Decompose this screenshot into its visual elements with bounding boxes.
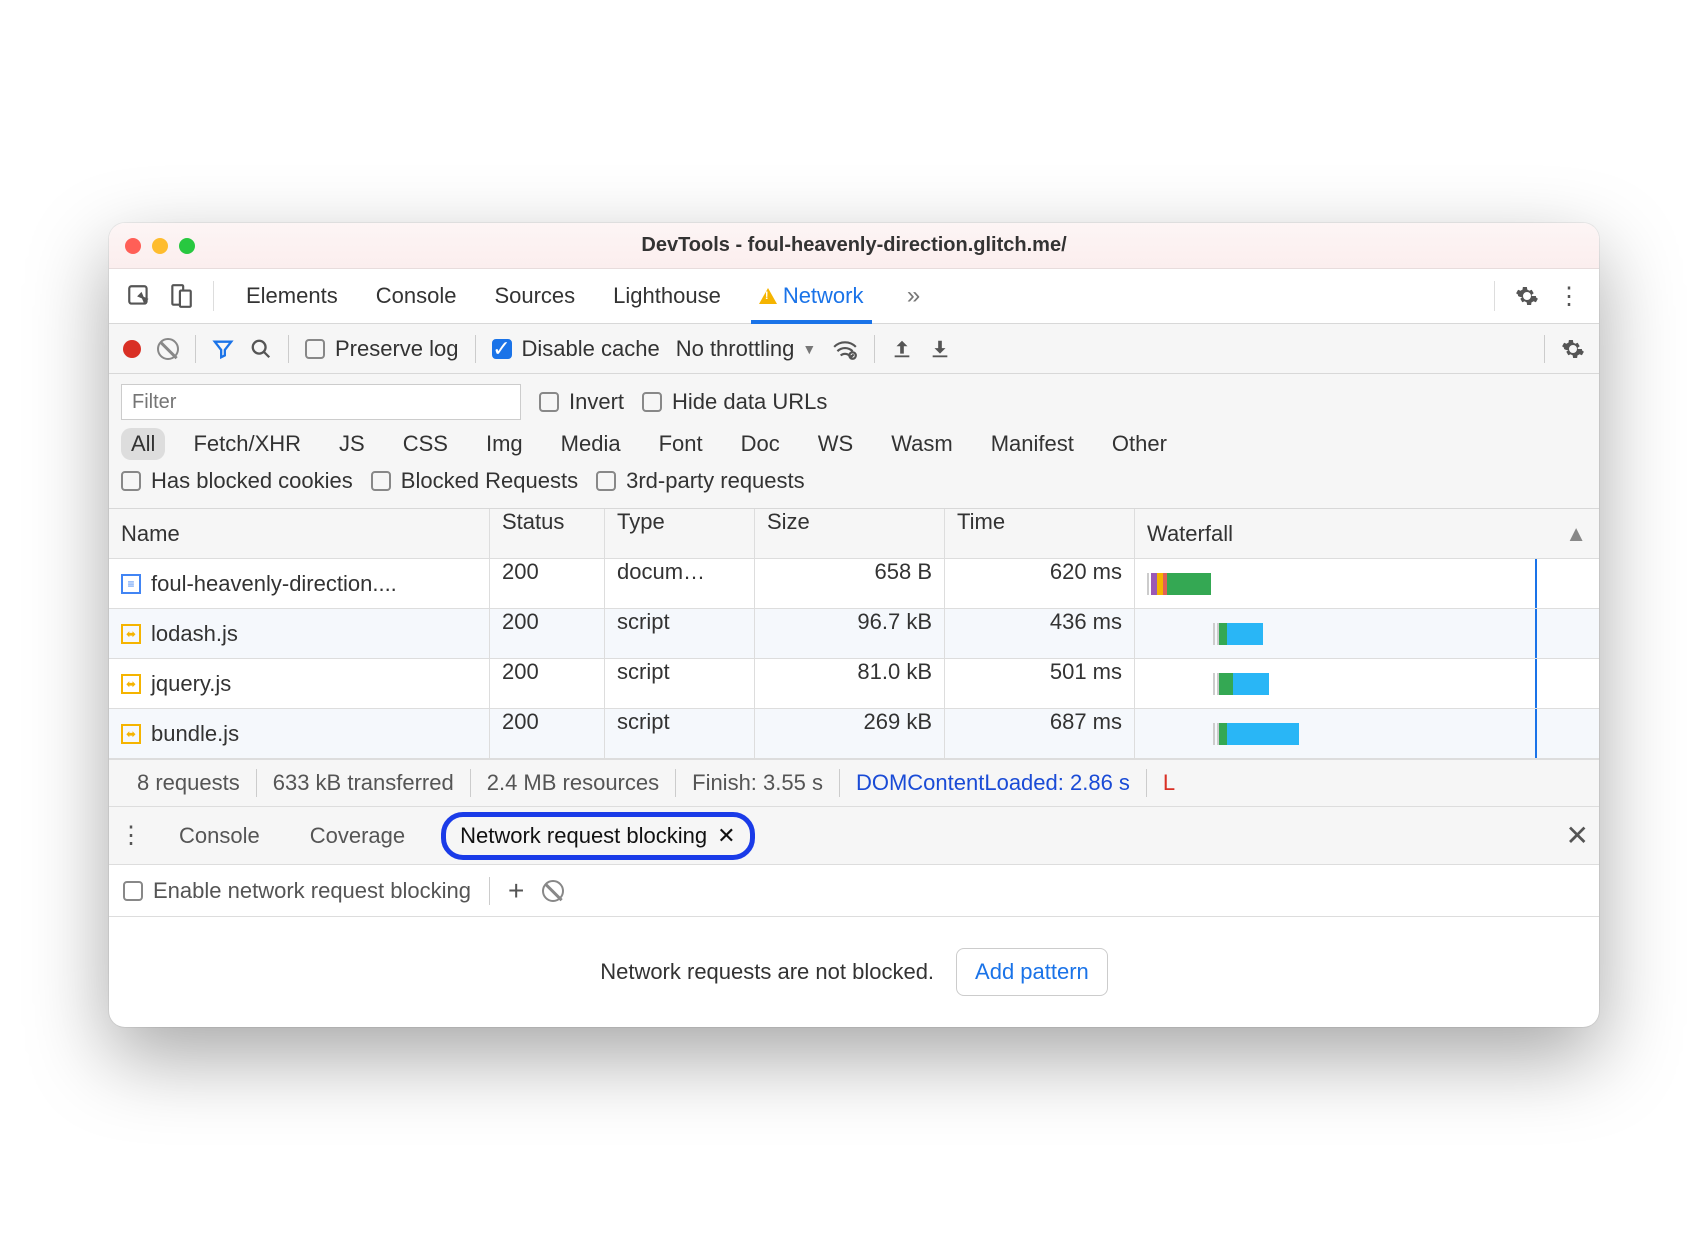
summary-transferred: 633 kB transferred	[257, 770, 470, 796]
close-drawer-icon[interactable]: ✕	[1566, 819, 1589, 852]
type-filter-all[interactable]: All	[121, 428, 165, 460]
col-time[interactable]: Time	[944, 509, 1134, 558]
type-filter-font[interactable]: Font	[649, 428, 713, 460]
disable-cache-checkbox[interactable]: ✓Disable cache	[492, 336, 660, 362]
record-button[interactable]	[123, 340, 141, 358]
summary-load: L	[1147, 770, 1191, 796]
tab-network[interactable]: Network	[757, 283, 866, 309]
kebab-menu-icon[interactable]: ⋮	[1553, 280, 1585, 312]
tab-elements[interactable]: Elements	[244, 283, 340, 309]
inspect-icon[interactable]	[123, 280, 155, 312]
sort-asc-icon: ▲	[1565, 521, 1587, 547]
enable-blocking-checkbox[interactable]: Enable network request blocking	[123, 878, 471, 904]
network-table: Name Status Type Size Time Waterfall ▲ ≡…	[109, 509, 1599, 759]
col-size[interactable]: Size	[754, 509, 944, 558]
tab-console[interactable]: Console	[374, 283, 459, 309]
search-icon[interactable]	[250, 338, 272, 360]
type-filter-css[interactable]: CSS	[393, 428, 458, 460]
remove-all-patterns-icon[interactable]	[542, 880, 564, 902]
more-tabs-icon[interactable]: »	[898, 280, 930, 312]
drawer-tab-network-request-blocking[interactable]: Network request blocking✕	[441, 812, 754, 860]
type-filter-img[interactable]: Img	[476, 428, 533, 460]
third-party-checkbox[interactable]: 3rd-party requests	[596, 468, 805, 494]
drawer-tab-console[interactable]: Console	[165, 817, 274, 855]
upload-har-icon[interactable]	[891, 338, 913, 360]
summary-requests: 8 requests	[121, 770, 256, 796]
col-waterfall[interactable]: Waterfall ▲	[1134, 509, 1599, 558]
drawer-kebab-icon[interactable]: ⋮	[119, 821, 143, 850]
devtools-window: DevTools - foul-heavenly-direction.glitc…	[109, 223, 1599, 1027]
tab-sources[interactable]: Sources	[492, 283, 577, 309]
type-filter-wasm[interactable]: Wasm	[881, 428, 963, 460]
document-file-icon: ≡	[121, 574, 141, 594]
script-file-icon: ⬌	[121, 674, 141, 694]
hide-data-urls-checkbox[interactable]: Hide data URLs	[642, 389, 827, 415]
invert-checkbox[interactable]: Invert	[539, 389, 624, 415]
type-filter-manifest[interactable]: Manifest	[981, 428, 1084, 460]
settings-icon[interactable]	[1511, 280, 1543, 312]
blocking-empty-state: Network requests are not blocked. Add pa…	[109, 917, 1599, 1027]
summary-finish: Finish: 3.55 s	[676, 770, 839, 796]
type-filter-js[interactable]: JS	[329, 428, 375, 460]
drawer-tab-coverage[interactable]: Coverage	[296, 817, 419, 855]
network-settings-icon[interactable]	[1561, 337, 1585, 361]
device-toolbar-icon[interactable]	[165, 280, 197, 312]
warning-icon	[759, 288, 777, 304]
table-row[interactable]: ⬌lodash.js200script96.7 kB436 ms	[109, 609, 1599, 659]
add-pattern-icon[interactable]: +	[508, 875, 524, 907]
script-file-icon: ⬌	[121, 624, 141, 644]
download-har-icon[interactable]	[929, 338, 951, 360]
empty-text: Network requests are not blocked.	[600, 959, 934, 985]
devtools-tabstrip: ElementsConsoleSourcesLighthouseNetwork …	[109, 269, 1599, 324]
network-filterbar: Invert Hide data URLs All Fetch/XHR JS CSS I…	[109, 374, 1599, 509]
blocked-requests-checkbox[interactable]: Blocked Requests	[371, 468, 578, 494]
table-header: Name Status Type Size Time Waterfall ▲	[109, 509, 1599, 559]
table-row[interactable]: ⬌jquery.js200script81.0 kB501 ms	[109, 659, 1599, 709]
blocking-toolbar: Enable network request blocking +	[109, 865, 1599, 917]
minimize-window-button[interactable]	[152, 238, 168, 254]
table-row[interactable]: ⬌bundle.js200script269 kB687 ms	[109, 709, 1599, 759]
has-blocked-cookies-checkbox[interactable]: Has blocked cookies	[121, 468, 353, 494]
throttling-select[interactable]: No throttling ▼	[676, 336, 816, 362]
chevron-down-icon: ▼	[802, 341, 816, 357]
tab-lighthouse[interactable]: Lighthouse	[611, 283, 723, 309]
type-filter-other[interactable]: Other	[1102, 428, 1177, 460]
network-conditions-icon[interactable]	[832, 338, 858, 360]
titlebar: DevTools - foul-heavenly-direction.glitc…	[109, 223, 1599, 269]
network-summary: 8 requests 633 kB transferred 2.4 MB res…	[109, 759, 1599, 807]
summary-domcontentloaded: DOMContentLoaded: 2.86 s	[840, 770, 1146, 796]
col-name[interactable]: Name	[109, 521, 489, 547]
window-title: DevTools - foul-heavenly-direction.glitc…	[109, 234, 1599, 257]
preserve-log-checkbox[interactable]: Preserve log	[305, 336, 459, 362]
close-tab-icon[interactable]: ✕	[717, 823, 735, 849]
filter-toggle-icon[interactable]	[212, 338, 234, 360]
zoom-window-button[interactable]	[179, 238, 195, 254]
close-window-button[interactable]	[125, 238, 141, 254]
col-type[interactable]: Type	[604, 509, 754, 558]
script-file-icon: ⬌	[121, 724, 141, 744]
clear-button[interactable]	[157, 338, 179, 360]
network-toolbar: Preserve log ✓Disable cache No throttlin…	[109, 324, 1599, 374]
type-filter-fetch-xhr[interactable]: Fetch/XHR	[183, 428, 311, 460]
table-row[interactable]: ≡foul-heavenly-direction....200docum…658…	[109, 559, 1599, 609]
traffic-lights	[125, 238, 195, 254]
type-filter-ws[interactable]: WS	[808, 428, 863, 460]
drawer-tabstrip: ⋮ Console Coverage Network request blockin…	[109, 807, 1599, 865]
summary-resources: 2.4 MB resources	[471, 770, 675, 796]
type-filter-media[interactable]: Media	[551, 428, 631, 460]
filter-input[interactable]	[121, 384, 521, 420]
type-filter-doc[interactable]: Doc	[731, 428, 790, 460]
add-pattern-button[interactable]: Add pattern	[956, 948, 1108, 996]
col-status[interactable]: Status	[489, 509, 604, 558]
